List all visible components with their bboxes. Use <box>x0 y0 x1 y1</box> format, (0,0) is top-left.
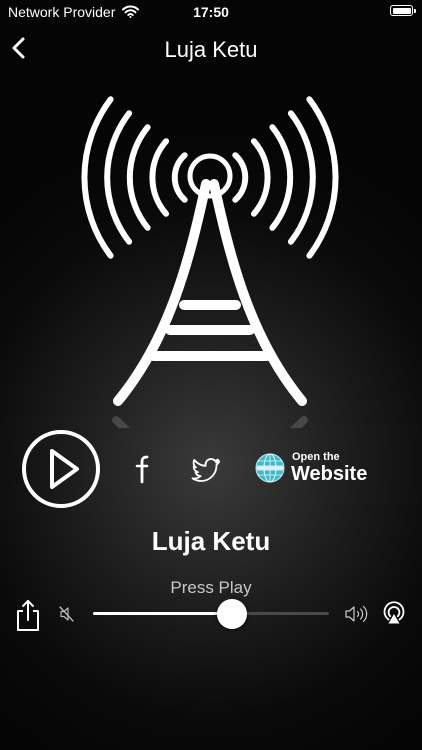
website-button[interactable]: Open the Website <box>255 447 405 491</box>
status-time: 17:50 <box>193 4 229 20</box>
volume-slider[interactable] <box>93 598 329 630</box>
nav-title: Luja Ketu <box>164 37 258 62</box>
share-button[interactable] <box>15 598 41 632</box>
play-icon <box>50 449 79 489</box>
play-button[interactable] <box>22 430 100 508</box>
status-bar: Network Provider 17:50 <box>0 0 422 24</box>
facebook-icon <box>135 455 149 484</box>
radio-tower-icon <box>60 68 360 447</box>
share-icon <box>17 600 39 631</box>
station-name: Luja Ketu <box>151 526 271 556</box>
website-label: Website <box>291 463 368 485</box>
airplay-icon <box>383 601 405 624</box>
volume-slider-thumb[interactable] <box>217 599 248 629</box>
speaker-mute-icon <box>58 605 76 623</box>
globe-icon <box>255 453 285 483</box>
airplay-button[interactable] <box>381 600 407 626</box>
facebook-button[interactable] <box>130 450 154 488</box>
twitter-icon <box>191 458 220 482</box>
twitter-button[interactable] <box>190 455 222 483</box>
playback-status: Press Play <box>170 578 252 597</box>
navigation-bar: Luja Ketu <box>0 30 422 70</box>
volume-track-fill <box>93 612 233 615</box>
speaker-wave-icon <box>344 604 370 624</box>
battery-icon <box>390 5 416 16</box>
website-caption: Open the <box>292 451 340 463</box>
